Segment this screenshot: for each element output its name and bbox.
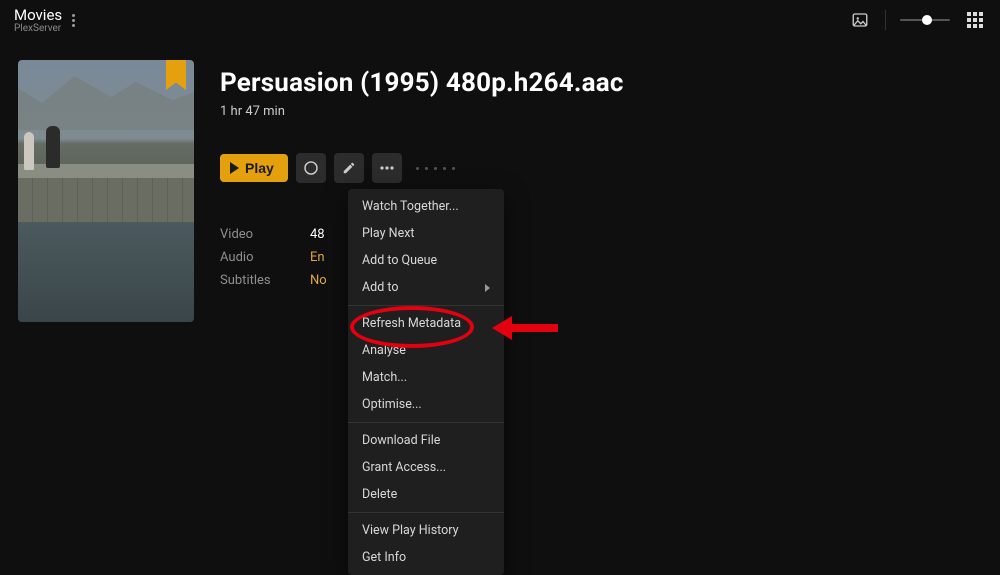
grid-view-icon[interactable] <box>964 9 986 31</box>
main-content: Persuasion (1995) 480p.h264.aac 1 hr 47 … <box>0 40 1000 322</box>
audio-label: Audio <box>220 250 310 265</box>
library-options-icon[interactable] <box>72 14 75 27</box>
play-button[interactable]: Play <box>220 154 288 182</box>
image-icon[interactable] <box>849 9 871 31</box>
menu-analyse[interactable]: Analyse <box>348 337 504 364</box>
zoom-slider[interactable] <box>900 19 950 21</box>
library-title: Movies <box>14 6 62 24</box>
menu-separator <box>348 512 504 513</box>
divider <box>885 10 886 30</box>
top-bar: Movies PlexServer <box>0 0 1000 40</box>
menu-download-file[interactable]: Download File <box>348 427 504 454</box>
menu-play-next[interactable]: Play Next <box>348 220 504 247</box>
menu-refresh-metadata[interactable]: Refresh Metadata <box>348 310 504 337</box>
more-menu: Watch Together... Play Next Add to Queue… <box>348 189 504 575</box>
more-button[interactable] <box>372 153 402 183</box>
rating-dots <box>416 167 455 170</box>
bookmark-icon <box>166 60 186 90</box>
top-right-controls <box>849 9 986 31</box>
metadata-grid: Video 48 Audio En Subtitles No <box>220 227 1000 288</box>
menu-separator <box>348 305 504 306</box>
menu-watch-together[interactable]: Watch Together... <box>348 193 504 220</box>
menu-grant-access[interactable]: Grant Access... <box>348 454 504 481</box>
movie-poster[interactable] <box>18 60 194 322</box>
menu-add-to[interactable]: Add to <box>348 274 504 301</box>
action-row: Play Watch Together... Play Next Add to … <box>220 153 1000 183</box>
menu-get-info[interactable]: Get Info <box>348 544 504 571</box>
play-label: Play <box>245 160 274 176</box>
movie-title: Persuasion (1995) 480p.h264.aac <box>220 68 1000 98</box>
menu-delete[interactable]: Delete <box>348 481 504 508</box>
mark-played-button[interactable] <box>296 153 326 183</box>
library-header[interactable]: Movies PlexServer <box>14 6 62 34</box>
subtitles-label: Subtitles <box>220 273 310 288</box>
edit-button[interactable] <box>334 153 364 183</box>
menu-optimise[interactable]: Optimise... <box>348 391 504 418</box>
server-name: PlexServer <box>14 23 62 34</box>
play-icon <box>230 162 239 174</box>
movie-duration: 1 hr 47 min <box>220 104 1000 119</box>
video-label: Video <box>220 227 310 242</box>
menu-separator <box>348 422 504 423</box>
menu-add-to-queue[interactable]: Add to Queue <box>348 247 504 274</box>
submenu-caret-icon <box>485 284 490 292</box>
movie-details: Persuasion (1995) 480p.h264.aac 1 hr 47 … <box>220 60 1000 322</box>
menu-view-play-history[interactable]: View Play History <box>348 517 504 544</box>
menu-match[interactable]: Match... <box>348 364 504 391</box>
